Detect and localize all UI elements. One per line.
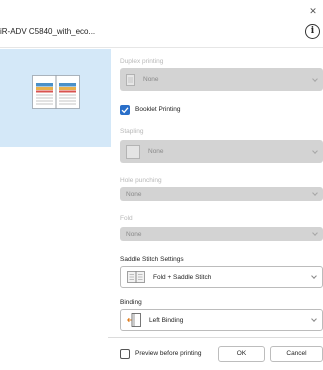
- stapling-dropdown[interactable]: None: [120, 140, 323, 163]
- binding-dropdown[interactable]: Left Binding: [120, 309, 323, 331]
- ok-button[interactable]: OK: [218, 346, 265, 362]
- single-page-icon: [126, 73, 135, 86]
- info-icon[interactable]: i: [305, 24, 320, 39]
- hole-punching-value: None: [126, 190, 142, 198]
- blank-page-icon: [126, 144, 140, 159]
- close-button[interactable]: ✕: [308, 6, 318, 16]
- stapling-value: None: [148, 148, 164, 155]
- binding-label: Binding: [120, 299, 142, 306]
- footer-divider: [108, 337, 323, 338]
- booklet-checkbox[interactable]: [120, 105, 130, 115]
- duplex-label: Duplex printing: [120, 58, 164, 65]
- booklet-preview: [0, 49, 111, 147]
- chevron-down-icon: [311, 273, 317, 279]
- hole-punching-dropdown[interactable]: None: [120, 187, 323, 201]
- saddle-stitch-dropdown[interactable]: Fold + Saddle Stitch: [120, 266, 323, 288]
- cancel-button[interactable]: Cancel: [270, 346, 323, 362]
- header-divider: [0, 47, 323, 48]
- duplex-value: None: [143, 76, 159, 83]
- saddle-stitch-value: Fold + Saddle Stitch: [153, 273, 212, 281]
- saddle-stitch-icon: [127, 271, 145, 283]
- hole-punching-label: Hole punching: [120, 177, 162, 184]
- chevron-down-icon: [312, 75, 318, 82]
- fold-dropdown[interactable]: None: [120, 227, 323, 241]
- checkmark-icon: [121, 107, 129, 114]
- binding-value: Left Binding: [149, 316, 184, 324]
- open-booklet-icon: [32, 75, 80, 109]
- preview-checkbox[interactable]: [120, 349, 130, 359]
- chevron-down-icon: [311, 316, 317, 322]
- fold-label: Fold: [120, 215, 133, 222]
- booklet-label[interactable]: Booklet Printing: [135, 106, 181, 113]
- stapling-label: Stapling: [120, 128, 144, 135]
- duplex-dropdown[interactable]: None: [120, 68, 323, 91]
- left-binding-icon: [127, 313, 141, 327]
- chevron-down-icon: [312, 230, 318, 236]
- preview-label[interactable]: Preview before printing: [135, 350, 201, 357]
- fold-value: None: [126, 230, 142, 238]
- chevron-down-icon: [312, 147, 318, 154]
- window-title: iR-ADV C5840_with_eco...: [0, 27, 96, 36]
- saddle-stitch-label: Saddle Stitch Settings: [120, 256, 184, 263]
- chevron-down-icon: [312, 190, 318, 196]
